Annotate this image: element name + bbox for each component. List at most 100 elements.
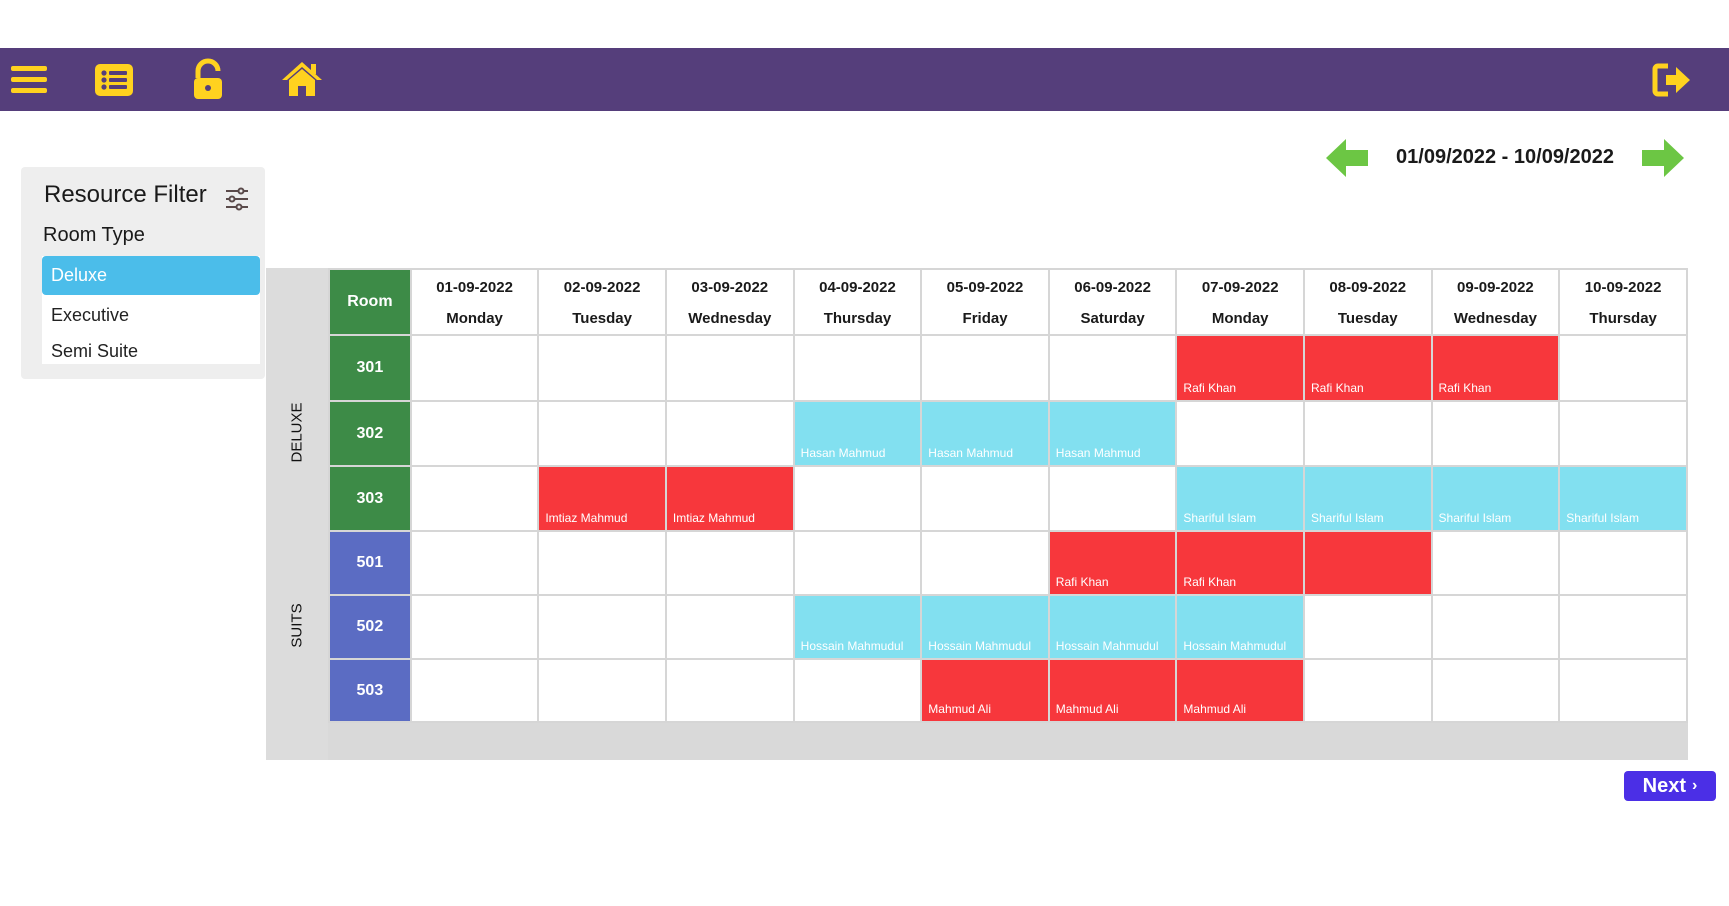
empty-cell[interactable] — [664, 400, 795, 467]
booking-cell[interactable]: Shariful Islam — [1302, 465, 1433, 532]
date-column-header: 07-09-2022 Monday — [1175, 268, 1305, 336]
room-number: 503 — [328, 658, 412, 723]
booking-cell[interactable]: Shariful Islam — [1558, 465, 1688, 532]
empty-cell[interactable] — [920, 530, 1050, 596]
header-weekday: Friday — [962, 310, 1008, 327]
empty-cell[interactable] — [537, 400, 667, 467]
room-type-option[interactable]: Semi Suite — [42, 333, 260, 364]
booking-cell[interactable]: Shariful Islam — [1430, 465, 1561, 532]
next-button-label: Next — [1642, 774, 1687, 797]
empty-cell[interactable] — [409, 334, 540, 402]
chevron-right-icon: › — [1692, 777, 1698, 794]
date-column-header: 05-09-2022 Friday — [920, 268, 1050, 336]
empty-cell[interactable] — [1302, 658, 1433, 723]
empty-cell[interactable] — [1302, 594, 1433, 660]
date-column-header: 09-09-2022 Wednesday — [1430, 268, 1561, 336]
header-weekday: Tuesday — [1337, 310, 1398, 327]
booking-cell[interactable]: Hossain Mahmudul — [920, 594, 1050, 660]
header-date: 01-09-2022 — [436, 279, 513, 296]
empty-cell[interactable] — [664, 530, 795, 596]
booking-cell[interactable]: Rafi Khan — [1175, 334, 1305, 402]
empty-cell[interactable] — [1175, 400, 1305, 467]
empty-cell[interactable] — [537, 658, 667, 723]
booking-cell[interactable]: Hasan Mahmud — [792, 400, 923, 467]
guest-name: Shariful Islam — [1566, 511, 1639, 525]
empty-cell[interactable] — [1430, 400, 1561, 467]
room-type-option[interactable]: Executive — [42, 297, 260, 333]
resource-filter-panel: Resource Filter Room Type Deluxe Executiv… — [21, 167, 265, 379]
date-column-header: 08-09-2022 Tuesday — [1302, 268, 1433, 336]
empty-cell[interactable] — [409, 400, 540, 467]
header-weekday: Saturday — [1080, 310, 1145, 327]
room-group-text: SUITS — [288, 603, 306, 648]
next-button[interactable]: Next › — [1624, 771, 1716, 801]
empty-cell[interactable] — [1558, 658, 1688, 723]
empty-cell[interactable] — [792, 465, 923, 532]
empty-cell[interactable] — [920, 334, 1050, 402]
empty-cell[interactable] — [1558, 334, 1688, 402]
booking-cell[interactable]: Rafi Khan — [1175, 530, 1305, 596]
booking-cell[interactable]: Imtiaz Mahmud — [664, 465, 795, 532]
guest-name: Rafi Khan — [1055, 575, 1109, 589]
empty-cell[interactable] — [1558, 400, 1688, 467]
guest-name: Hasan Mahmud — [800, 446, 886, 460]
date-column-header: 06-09-2022 Saturday — [1047, 268, 1178, 336]
unlock-icon[interactable] — [186, 58, 230, 102]
booking-cell[interactable]: Hossain Mahmudul — [1175, 594, 1305, 660]
empty-cell[interactable] — [409, 658, 540, 723]
booking-cell[interactable]: Rafi Khan — [1047, 530, 1178, 596]
guest-name: Rafi Khan — [1438, 381, 1492, 395]
next-arrow-icon[interactable] — [1640, 137, 1686, 179]
guest-name: Shariful Islam — [1438, 511, 1512, 525]
empty-cell[interactable] — [792, 530, 923, 596]
empty-cell[interactable] — [792, 658, 923, 723]
home-icon[interactable] — [280, 58, 324, 102]
booking-cell[interactable]: Mahmud Ali — [1047, 658, 1178, 723]
empty-cell[interactable] — [1430, 594, 1561, 660]
empty-cell[interactable] — [409, 465, 540, 532]
empty-cell[interactable] — [1430, 530, 1561, 596]
empty-cell[interactable] — [1047, 334, 1178, 402]
booking-cell[interactable]: Hossain Mahmudul — [792, 594, 923, 660]
booking-cell[interactable]: Rafi Khan — [1430, 334, 1561, 402]
date-range-label: 01/09/2022 - 10/09/2022 — [1396, 146, 1614, 168]
empty-cell[interactable] — [537, 594, 667, 660]
empty-cell[interactable] — [664, 334, 795, 402]
booking-cell[interactable]: Hasan Mahmud — [1047, 400, 1178, 467]
empty-cell[interactable] — [409, 530, 540, 596]
empty-cell[interactable] — [664, 594, 795, 660]
empty-cell[interactable] — [920, 465, 1050, 532]
schedule-grid: Room 01-09-2022 Monday 02-09-2022 Tuesday 03… — [328, 268, 1688, 723]
empty-cell[interactable] — [1430, 658, 1561, 723]
list-icon[interactable] — [92, 58, 136, 102]
empty-cell[interactable] — [409, 594, 540, 660]
empty-cell[interactable] — [1047, 465, 1178, 532]
logout-icon[interactable] — [1650, 58, 1694, 102]
empty-cell[interactable] — [1302, 400, 1433, 467]
booking-cell[interactable]: Hossain Mahmudul — [1047, 594, 1178, 660]
empty-cell[interactable] — [664, 658, 795, 723]
booking-cell[interactable]: Shariful Islam — [1175, 465, 1305, 532]
empty-cell[interactable] — [792, 334, 923, 402]
header-weekday: Thursday — [1589, 310, 1657, 327]
hamburger-menu-icon[interactable] — [8, 58, 52, 102]
header-weekday: Monday — [446, 310, 503, 327]
room-number: 303 — [328, 465, 412, 532]
booking-cell[interactable] — [1302, 530, 1433, 596]
booking-cell[interactable]: Mahmud Ali — [1175, 658, 1305, 723]
sliders-icon[interactable] — [224, 186, 250, 212]
guest-name: Rafi Khan — [1183, 575, 1237, 589]
booking-cell[interactable]: Rafi Khan — [1302, 334, 1433, 402]
empty-cell[interactable] — [1558, 530, 1688, 596]
booking-cell[interactable]: Hasan Mahmud — [920, 400, 1050, 467]
empty-cell[interactable] — [537, 334, 667, 402]
date-column-header: 10-09-2022 Thursday — [1558, 268, 1688, 336]
room-type-option[interactable]: Deluxe — [42, 256, 260, 295]
guest-name: Hossain Mahmudul — [1183, 639, 1287, 653]
room-column-header: Room — [328, 268, 412, 336]
prev-arrow-icon[interactable] — [1324, 137, 1370, 179]
booking-cell[interactable]: Imtiaz Mahmud — [537, 465, 667, 532]
booking-cell[interactable]: Mahmud Ali — [920, 658, 1050, 723]
empty-cell[interactable] — [1558, 594, 1688, 660]
empty-cell[interactable] — [537, 530, 667, 596]
